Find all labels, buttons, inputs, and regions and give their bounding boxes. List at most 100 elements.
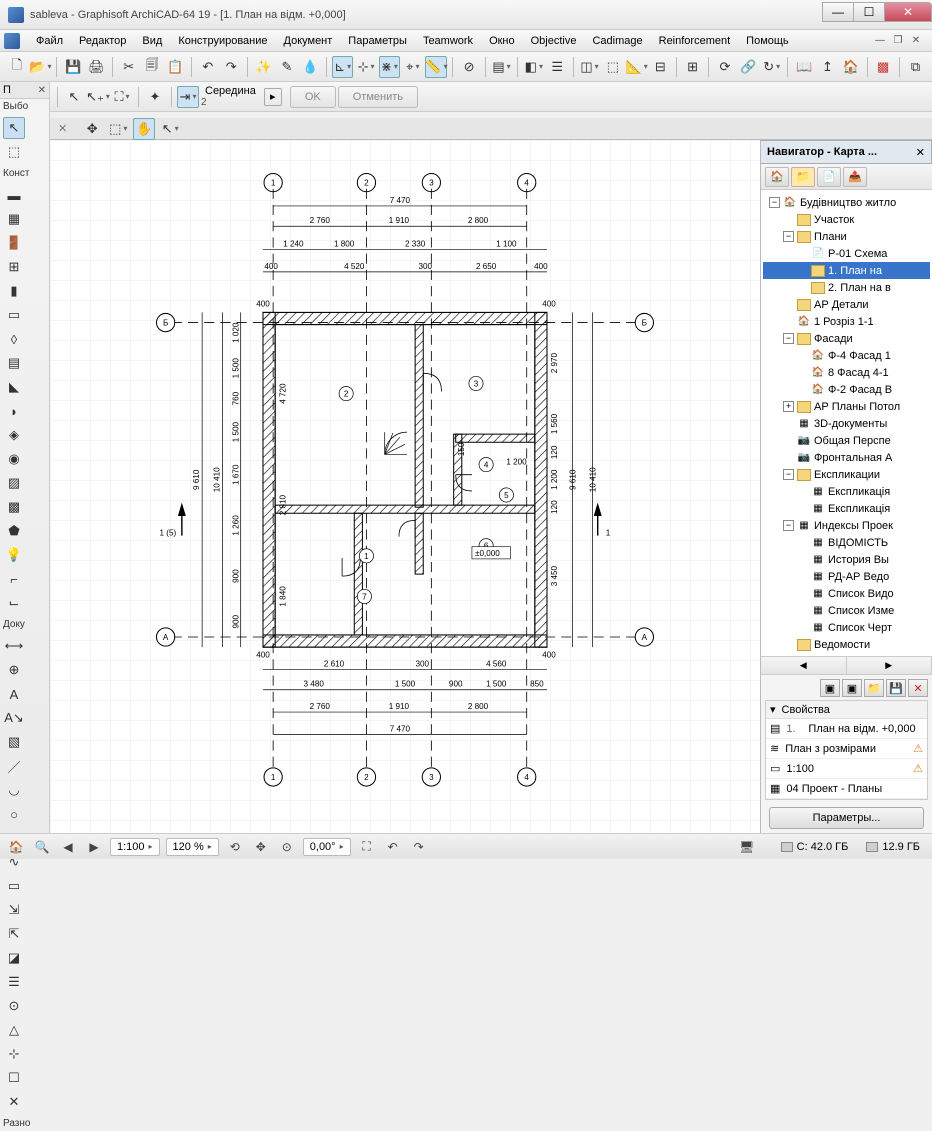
menu-objective[interactable]: Objective <box>523 30 585 52</box>
arrow-mode-icon[interactable]: ↖ <box>159 118 181 140</box>
tree-item[interactable]: 📷Общая Перспе <box>763 432 930 449</box>
new-view-button[interactable]: ▣ <box>820 679 840 697</box>
tree-item[interactable]: ▦3D-документы <box>763 415 930 432</box>
menu-teamwork[interactable]: Teamwork <box>415 30 481 52</box>
tree-item[interactable]: −Експликации <box>763 466 930 483</box>
wand-icon[interactable]: ✨ <box>253 56 274 78</box>
drawing-tool[interactable]: ▭ <box>3 875 25 897</box>
pan-tool-icon[interactable]: ✥ <box>251 838 271 856</box>
layers-icon[interactable]: ▤ <box>491 56 512 78</box>
undo-icon[interactable]: ↶ <box>197 56 218 78</box>
tree-item[interactable]: ▦ВІДОМІСТЬ <box>763 534 930 551</box>
render-icon[interactable]: ⟳ <box>714 56 735 78</box>
group-icon[interactable]: ⛶ <box>111 86 133 108</box>
skylight-tool[interactable]: ◈ <box>3 424 25 446</box>
menu-помощь[interactable]: Помощь <box>738 30 797 52</box>
tree-item[interactable]: 🏠Ф-4 Фасад 1 <box>763 347 930 364</box>
trace-icon[interactable]: ◧ <box>523 56 544 78</box>
zoom-fit-icon[interactable]: 🔍 <box>32 838 52 856</box>
orbit-icon[interactable]: ⊙ <box>277 838 297 856</box>
circle-tool[interactable]: ○ <box>3 803 25 825</box>
link-icon[interactable]: 🔗 <box>738 56 759 78</box>
menu-reinforcement[interactable]: Reinforcement <box>651 30 739 52</box>
label-tool[interactable]: A↘ <box>3 707 25 729</box>
new-file-icon[interactable]: 🗋 <box>6 56 27 78</box>
tree-item[interactable]: Ведомости <box>763 636 930 653</box>
tree-item[interactable]: ▦Експликація <box>763 500 930 517</box>
house-icon[interactable]: 🏠 <box>840 56 861 78</box>
tab-publisher[interactable]: 📤 <box>843 167 867 187</box>
end-tool[interactable]: ⌙ <box>3 592 25 614</box>
scale-selector[interactable]: 1:100▸ <box>110 838 160 856</box>
pan-icon[interactable]: ✥ <box>81 118 103 140</box>
home3d-icon[interactable]: 🏠 <box>6 838 26 856</box>
tree-scroll-right[interactable]: ▶ <box>847 657 932 674</box>
org-icon[interactable]: ⊞ <box>682 56 703 78</box>
close-button[interactable]: ✕ <box>884 2 932 22</box>
navigator-close-icon[interactable]: ✕ <box>916 146 925 159</box>
detail-tool[interactable]: ⊙ <box>3 995 25 1017</box>
app-menu-icon[interactable] <box>4 33 20 49</box>
snap-intersect-icon[interactable]: ⌖ <box>402 56 423 78</box>
monitor-icon[interactable]: 🖥 <box>737 838 757 856</box>
maximize-button[interactable]: ☐ <box>853 2 885 22</box>
tree-toggle[interactable]: − <box>783 469 794 480</box>
suspend-icon[interactable]: ⊘ <box>458 56 479 78</box>
shell-tool[interactable]: ◗ <box>3 400 25 422</box>
tree-item[interactable]: −🏠Будівництво житло <box>763 194 930 211</box>
tree-toggle[interactable]: − <box>783 520 794 531</box>
color-icon[interactable]: ▩ <box>872 56 893 78</box>
slab-tool[interactable]: ◊ <box>3 328 25 350</box>
menu-окно[interactable]: Окно <box>481 30 523 52</box>
stair-tool[interactable]: ▤ <box>3 352 25 374</box>
prop-name-row[interactable]: ▤1.План на відм. +0,000 <box>766 719 927 739</box>
curtainwall-tool[interactable]: ▦ <box>3 208 25 230</box>
hotspot-tool[interactable]: ✕ <box>3 1091 25 1113</box>
measure-icon[interactable]: 📐 <box>626 56 648 78</box>
menu-редактор[interactable]: Редактор <box>71 30 134 52</box>
tree-item[interactable]: 🏠8 Фасад 4-1 <box>763 364 930 381</box>
prop-penset-row[interactable]: ▦04 Проект - Планы <box>766 779 927 799</box>
tree-item[interactable]: −▦Индексы Проек <box>763 517 930 534</box>
zone-tool[interactable]: ▨ <box>3 472 25 494</box>
prev-view-icon[interactable]: ◀ <box>58 838 78 856</box>
corner-tool[interactable]: ⌐ <box>3 568 25 590</box>
tab-view-map[interactable]: 📁 <box>791 167 815 187</box>
open-file-icon[interactable]: 📂 <box>29 56 51 78</box>
marquee-tool[interactable]: ⬚ <box>3 141 25 163</box>
worksheet-tool[interactable]: ☰ <box>3 971 25 993</box>
tab-close-icon[interactable]: ✕ <box>56 120 69 137</box>
tree-item[interactable]: ▦История Вы <box>763 551 930 568</box>
new-folder-button[interactable]: 📁 <box>864 679 884 697</box>
tree-toggle[interactable]: + <box>783 401 794 412</box>
zoom-next-icon[interactable]: ↷ <box>409 838 429 856</box>
rotate-icon[interactable]: ⟲ <box>225 838 245 856</box>
text-tool[interactable]: A <box>3 683 25 705</box>
beam-tool[interactable]: ▭ <box>3 304 25 326</box>
eyedropper-icon[interactable]: 💧 <box>300 56 321 78</box>
tab-project-map[interactable]: 🏠 <box>765 167 789 187</box>
tree-item[interactable]: АР Детали <box>763 296 930 313</box>
cancel-button[interactable]: Отменить <box>338 86 418 108</box>
parameters-button[interactable]: Параметры... <box>769 807 924 829</box>
change-tool[interactable]: △ <box>3 1019 25 1041</box>
menu-файл[interactable]: Файл <box>28 30 71 52</box>
arrow-icon[interactable]: ↖ <box>63 86 85 108</box>
elevation-tool[interactable]: ⇱ <box>3 923 25 945</box>
copy-icon[interactable]: 🗐 <box>141 56 162 78</box>
pencil-icon[interactable]: ✎ <box>276 56 297 78</box>
prop-scale-row[interactable]: ▭1:100⚠ <box>766 759 927 779</box>
tree-item[interactable]: ▦Список Изме <box>763 602 930 619</box>
tree-item[interactable]: ▦Список Черт <box>763 619 930 636</box>
tree-item[interactable]: ▦РД-АР Ведо <box>763 568 930 585</box>
section-tool[interactable]: ⇲ <box>3 899 25 921</box>
level-tool[interactable]: ⊕ <box>3 659 25 681</box>
tree-item[interactable]: −Фасади <box>763 330 930 347</box>
navigator-tree[interactable]: −🏠Будівництво житлоУчасток−Плани📄Р-01 Сх… <box>761 190 932 657</box>
angle-box[interactable]: 0,00°▸ <box>303 838 351 856</box>
snap-guideline-icon[interactable]: ⊾ <box>332 56 353 78</box>
document-icon[interactable]: ☰ <box>547 56 568 78</box>
menu-документ[interactable]: Документ <box>276 30 341 52</box>
wall-tool[interactable]: ▬ <box>3 184 25 206</box>
mdi-minimize[interactable]: — <box>872 34 888 48</box>
